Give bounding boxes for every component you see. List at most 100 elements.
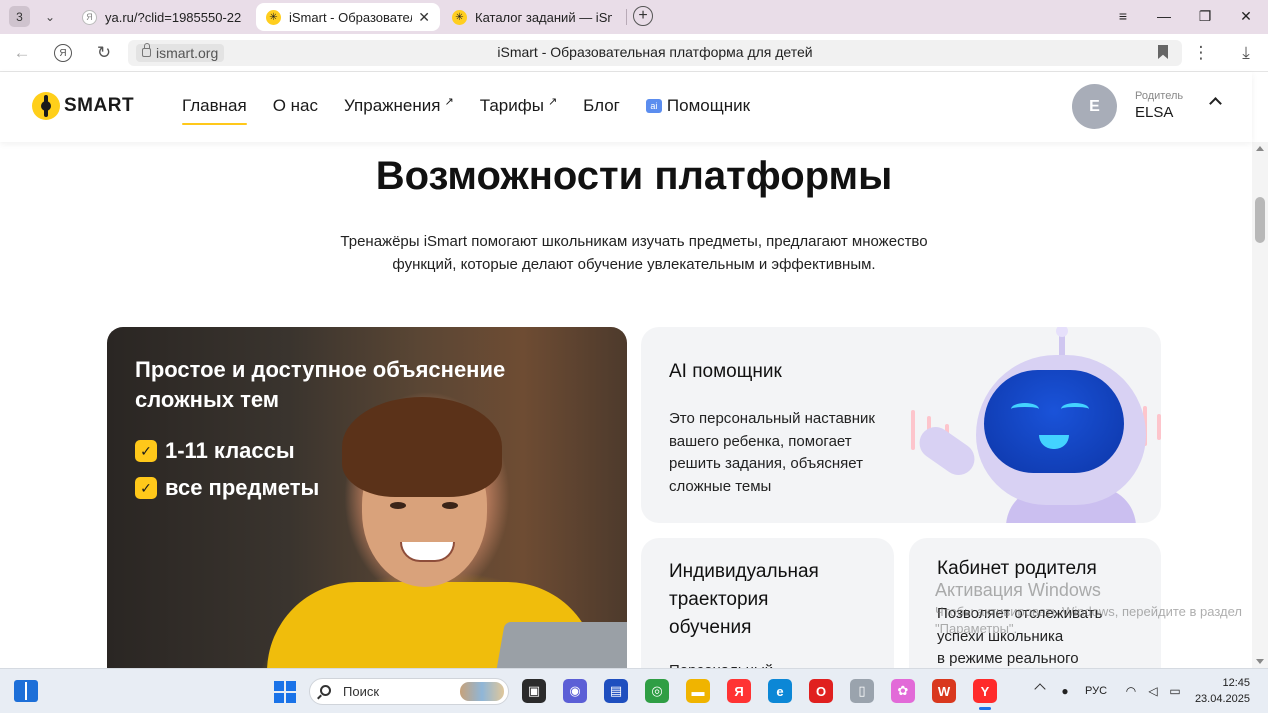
tab-divider [626,9,627,25]
ai-badge-icon: ai [645,99,662,113]
photos-icon[interactable]: ✿ [891,679,915,703]
text-line: решить задания, объясняет [669,455,863,472]
checkmark-icon: ✓ [135,440,157,462]
page-subtitle: Тренажёры iSmart помогают школьникам изу… [0,230,1252,276]
page-title-in-url: iSmart - Образовательная платформа для д… [497,44,813,60]
nav-label: Блог [583,96,620,115]
feature-card-trajectory[interactable]: Индивидуальная траектория обучения Персо… [641,538,894,668]
feature-card-title: Индивидуальная траектория обучения [669,558,819,642]
feature-card-title: AI помощник [669,361,782,382]
chrome-icon[interactable]: ◎ [645,679,669,703]
browser-tab-active[interactable]: ✳ iSmart - Образовательн ✕ [256,3,440,31]
ismart-sun-icon [32,92,60,120]
windows-taskbar: Поиск ▣ ◉ ▤ ◎ ▬ Яe O ▯ ✿ W Y ● РУС ◠ ◁ ▭ 12:45 23.… [0,668,1268,713]
downloads-icon[interactable]: ⤓ [1234,42,1258,64]
input-language[interactable]: РУС [1085,685,1107,697]
text-line: вашего ребенка, помогает [669,432,852,450]
clock-time[interactable]: 12:45 [1196,677,1250,689]
tab-title: iSmart - Образовательн [289,9,412,25]
show-hidden-icons-icon[interactable] [1034,683,1046,695]
battery-icon[interactable]: ▭ [1166,682,1184,700]
save-icon[interactable]: ▤ [604,679,628,703]
edge-icon[interactable]: e [768,679,792,703]
boy-photo-eye [390,502,406,509]
volume-icon[interactable]: ◁ [1144,682,1162,700]
close-tab-icon[interactable]: ✕ [418,9,430,26]
ismart-sun-icon: ✳ [452,9,467,25]
scrollbar-thumb[interactable] [1255,197,1265,243]
close-window-icon[interactable]: ✕ [1234,6,1258,26]
check-item: ✓ все предметы [135,475,319,501]
address-bar: ← Я ↻ ismart.org iSmart - Образовательна… [0,34,1268,72]
office-icon[interactable]: W [932,679,956,703]
app-tray-icon[interactable]: ● [1056,682,1074,700]
video-chat-icon[interactable]: ◉ [563,679,587,703]
nav-home[interactable]: Главная [182,96,247,125]
nav-tariffs[interactable]: Тарифы ↗ [480,96,557,116]
nav-about[interactable]: О нас [273,96,318,116]
site-header: SMART Главная О нас Упражнения ↗ Тарифы ↗ … [0,72,1252,142]
text-line: Это персональный наставник [669,410,875,427]
opera-icon[interactable]: O [809,679,833,703]
ismart-sun-icon: ✳ [266,9,281,25]
start-menu-icon[interactable] [274,681,296,703]
search-icon [320,685,331,696]
url-field[interactable]: ismart.org iSmart - Образовательная плат… [128,40,1182,66]
back-arrow-icon[interactable]: ← [10,42,34,64]
page-scrollbar[interactable] [1252,142,1268,668]
page-title: Возможности платформы [375,154,893,198]
nav-blog[interactable]: Блог [583,96,620,116]
feature-card-ai-assistant[interactable]: AI помощник Это персональный наставник в… [641,327,1161,523]
title-line: Индивидуальная [669,561,819,582]
new-tab-button[interactable]: + [633,6,653,26]
minimize-icon[interactable]: — [1152,6,1176,26]
chevron-up-icon[interactable] [1209,97,1222,110]
scroll-up-icon[interactable] [1256,146,1264,151]
scroll-down-icon[interactable] [1256,659,1264,664]
check-label: 1-11 классы [165,438,295,463]
external-link-icon: ↗ [444,95,454,108]
yandex-app-icon[interactable]: Я [727,679,751,703]
ismart-logo[interactable]: SMART [32,92,134,120]
windows-activation-watermark: Активация Windows [935,580,1101,600]
reload-icon[interactable]: ↻ [92,42,116,64]
check-label: все предметы [165,475,320,500]
yandex-home-icon[interactable]: Я [51,42,75,64]
nav-label: Упражнения [344,96,441,115]
boy-photo-eye [442,502,458,509]
notepad-icon[interactable]: ▯ [850,679,874,703]
clock-date[interactable]: 23.04.2025 [1186,693,1250,705]
nav-exercises[interactable]: Упражнения ↗ [344,96,454,116]
laptop-image [489,622,627,668]
text-line: в режиме реального [937,650,1079,667]
widgets-icon[interactable] [14,680,38,702]
subtitle-line: функций, которые делают обучение увлекат… [392,256,876,273]
yandex-browser-icon[interactable]: Y [973,679,997,710]
feature-card-text: Персональный [669,660,773,668]
feature-card-title: Кабинет родителя [937,558,1097,579]
yandex-icon: Я [82,9,97,25]
feature-card-explanations[interactable]: Простое и доступное объяснение сложных т… [107,327,627,668]
tab-list-dropdown-icon[interactable]: ⌄ [38,6,62,27]
restore-icon[interactable]: ❐ [1193,6,1217,26]
robot-face [984,370,1124,473]
wifi-icon[interactable]: ◠ [1122,682,1140,700]
nav-assistant[interactable]: ai Помощник [645,96,751,116]
more-options-icon[interactable]: ⋮ [1189,42,1213,64]
main-navigation: Главная О нас Упражнения ↗ Тарифы ↗ Блог a… [182,96,776,125]
nav-label: Помощник [666,96,751,115]
tab-count-badge[interactable]: 3 [9,6,30,27]
subtitle-line: Тренажёры iSmart помогают школьникам изу… [340,233,928,250]
browser-tab[interactable]: Я ya.ru/?clid=1985550-225& [72,3,252,31]
browser-menu-icon[interactable]: ≡ [1111,6,1135,26]
file-manager-icon[interactable]: ▣ [522,679,546,703]
avatar[interactable]: E [1072,84,1117,129]
nav-label: О нас [272,96,319,115]
title-line: обучения [669,617,752,638]
search-label: Поиск [343,684,380,699]
robot-eye [1011,403,1039,415]
taskbar-search[interactable]: Поиск [309,678,509,705]
browser-tab[interactable]: ✳ Каталог заданий — iSmar [442,3,622,31]
folder-icon[interactable]: ▬ [686,679,710,703]
text-line: сложные темы [669,477,772,495]
